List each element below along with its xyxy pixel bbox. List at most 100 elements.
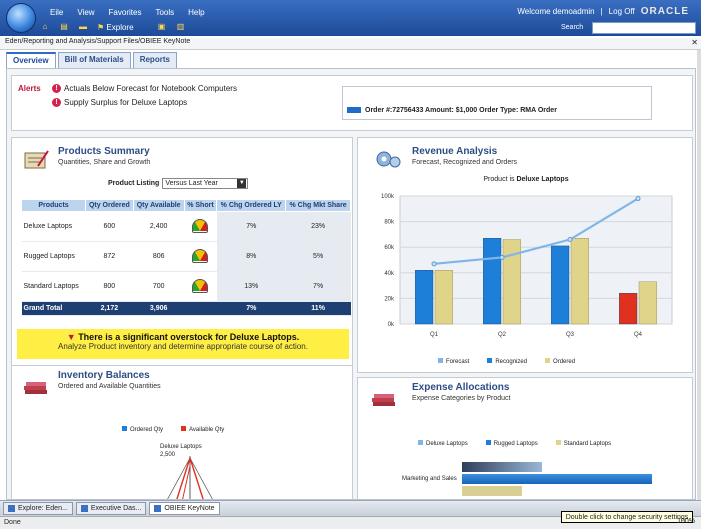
browser-header: Eile View Favorites Tools Help ⌂ ▤ ▬ ⚑ E… (0, 0, 701, 36)
col-chg-share[interactable]: % Chg Mkt Share (285, 199, 351, 212)
menu-help[interactable]: Help (188, 8, 204, 17)
explore-button[interactable]: ⚑ Explore (97, 23, 134, 32)
clipboard-icon (24, 150, 49, 169)
legend-swatch (555, 440, 561, 445)
alerts-label: Alerts (18, 84, 41, 93)
taskbar-item-executive[interactable]: Executive Das... (75, 502, 147, 515)
table-row: Deluxe Laptops 600 2,400 7% 23% (21, 211, 351, 242)
revenue-legend: Forecast Recognized Ordered (438, 358, 575, 365)
gauge-icon (192, 248, 209, 263)
oracle-logo: ORACLE (640, 6, 689, 17)
table-row: Rugged Laptops 872 806 8% 5% (21, 241, 351, 272)
ordered-bar[interactable] (638, 281, 657, 325)
recognized-bar[interactable] (551, 245, 570, 325)
books-icon (24, 382, 47, 394)
alert-icon: ! (52, 84, 61, 93)
window-icon (154, 505, 162, 512)
forecast-point[interactable] (635, 196, 641, 202)
expense-subtitle: Expense Categories by Product (412, 395, 511, 402)
home-icon[interactable]: ⌂ (40, 22, 50, 32)
expense-bar[interactable] (462, 486, 522, 496)
alert-item[interactable]: ! Supply Surplus for Deluxe Laptops (52, 98, 187, 107)
taskbar-item-explore[interactable]: Explore: Eden... (3, 502, 73, 515)
alerts-panel: Alerts ! Actuals Below Forecast for Noteb… (11, 75, 693, 131)
alert-item[interactable]: ! Actuals Below Forecast for Notebook Com… (52, 84, 237, 93)
menu-tools[interactable]: Tools (155, 8, 174, 17)
cell-product[interactable]: Rugged Laptops (21, 241, 86, 272)
menu-file[interactable]: Eile (50, 8, 63, 17)
save-icon[interactable]: ▣ (157, 22, 167, 32)
toolbar: ⌂ ▤ ▬ ⚑ Explore ▣ ▥ (40, 22, 186, 32)
taskbar-item-keynote[interactable]: OBIEE KeyNote (149, 502, 220, 515)
cell-short (184, 241, 217, 272)
menu-view[interactable]: View (77, 8, 94, 17)
revenue-panel: Revenue Analysis Forecast, Recognized an… (357, 137, 693, 373)
explore-icon: ⚑ (97, 22, 105, 32)
ordered-bar[interactable] (434, 270, 453, 325)
status-text: Done (4, 519, 21, 526)
cell-chg-ly: 8% (216, 241, 286, 272)
cell-ordered: 800 (85, 271, 134, 302)
forecast-point[interactable] (431, 261, 437, 267)
menu-favorites[interactable]: Favorites (109, 8, 142, 17)
cell-chg-share: 5% (285, 241, 351, 272)
products-table: Products Qty Ordered Qty Available % Sho… (21, 199, 351, 316)
revenue-chart-title: Product is Deluxe Laptops (358, 176, 694, 183)
cell-chg-share: 11% (285, 301, 351, 316)
cell-available: 700 (133, 271, 185, 302)
cell-short (184, 271, 217, 302)
x-tick-label: Q1 (430, 332, 439, 338)
forecast-point[interactable] (567, 237, 573, 243)
order-bar-icon (347, 107, 361, 113)
col-products[interactable]: Products (21, 199, 86, 212)
expense-bar[interactable] (462, 462, 542, 472)
forecast-point[interactable] (499, 254, 505, 260)
legend-item: Available Qty (181, 426, 224, 433)
expense-bar[interactable] (462, 474, 652, 484)
ordered-bar[interactable] (570, 238, 589, 325)
pages-icon[interactable]: ▤ (59, 22, 69, 32)
tab-bill-of-materials[interactable]: Bill of Materials (57, 52, 131, 68)
books-icon (372, 394, 395, 406)
alert-icon: ! (52, 98, 61, 107)
legend-swatch (545, 358, 551, 363)
search-input[interactable] (592, 22, 696, 34)
cell-ordered: 600 (85, 211, 134, 242)
product-listing: Product Listing Versus Last Year (108, 178, 249, 189)
search-label: Search (561, 24, 584, 31)
task-label: OBIEE KeyNote (164, 505, 215, 512)
welcome-area: Welcome demoadmin | Log Off ORACLE (517, 6, 689, 17)
cell-product: Grand Total (21, 301, 86, 316)
legend-swatch (485, 440, 491, 445)
col-qty-ordered[interactable]: Qty Ordered (85, 199, 134, 212)
product-listing-select[interactable]: Versus Last Year (162, 178, 249, 189)
col-chg-ordered[interactable]: % Chg Ordered LY (216, 199, 287, 212)
warning-title: ▼ There is a significant overstock for D… (17, 332, 349, 342)
col-qty-available[interactable]: Qty Available (132, 199, 185, 212)
col-pct-short[interactable]: % Short (183, 199, 218, 212)
recognized-bar[interactable] (619, 293, 638, 325)
windows-orb-icon[interactable] (6, 3, 36, 33)
cell-short (184, 301, 217, 316)
legend-item: Rugged Laptops (485, 440, 538, 447)
scrollbar[interactable] (697, 50, 701, 502)
tab-reports[interactable]: Reports (132, 52, 177, 68)
legend-label: Available Qty (189, 427, 225, 433)
close-icon[interactable]: ✕ (691, 38, 698, 47)
document-icon[interactable]: ▥ (176, 22, 186, 32)
recognized-bar[interactable] (415, 270, 434, 325)
folder-icon[interactable]: ▬ (78, 22, 88, 32)
logoff-link[interactable]: Log Off (609, 7, 635, 16)
task-label: Explore: Eden... (18, 505, 68, 512)
inventory-title: Inventory Balances (58, 370, 150, 381)
cell-short (184, 211, 217, 242)
cell-chg-ly: 7% (216, 301, 286, 316)
gauge-icon (192, 218, 209, 233)
cell-product[interactable]: Deluxe Laptops (21, 211, 86, 242)
table-row: Standard Laptops 800 700 13% 7% (21, 271, 351, 302)
recognized-bar[interactable] (483, 238, 502, 325)
cell-product[interactable]: Standard Laptops (21, 271, 86, 302)
tab-overview[interactable]: Overview (6, 52, 56, 68)
cell-chg-share: 23% (285, 211, 351, 242)
zoom-level[interactable]: 100% (677, 518, 695, 525)
